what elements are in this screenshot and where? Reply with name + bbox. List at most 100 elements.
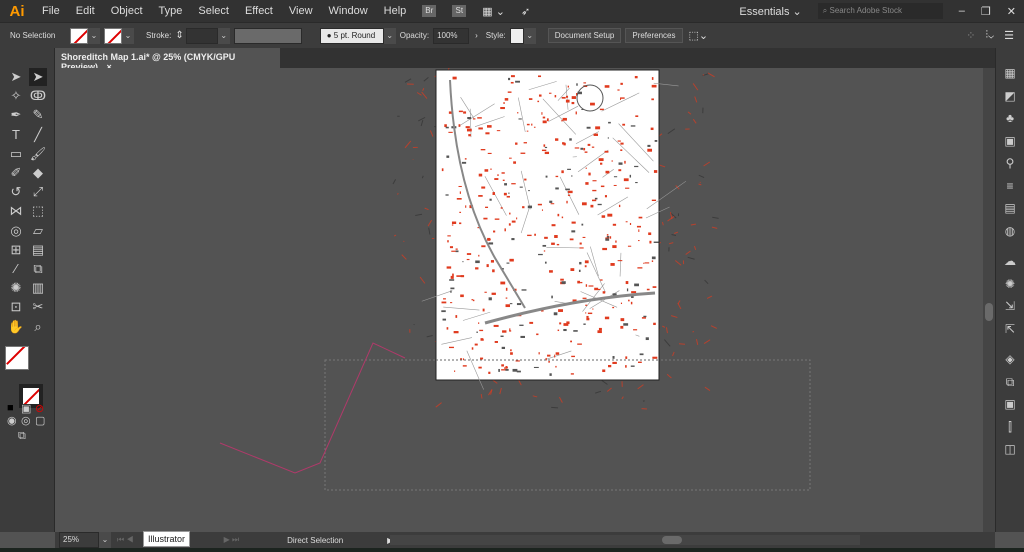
magic-wand-tool-icon[interactable]: ✧ <box>7 87 25 105</box>
fill-dropdown[interactable]: ⌄ <box>88 27 100 44</box>
fill-stroke-swatches[interactable] <box>5 346 45 408</box>
brush-dropdown[interactable]: ⌄ <box>383 27 396 44</box>
menu-object[interactable]: Object <box>103 5 151 17</box>
transform-panel-icon[interactable]: ▣ <box>1003 397 1017 411</box>
selection-tool-icon[interactable]: ➤ <box>7 68 25 86</box>
stroke-stepper[interactable]: ⇕ <box>175 30 183 41</box>
brushes-panel-icon[interactable]: ⚲ <box>1003 156 1017 170</box>
scroll-thumb[interactable] <box>985 303 993 321</box>
search-stock-input[interactable]: ⌕ Search Adobe Stock <box>817 3 943 19</box>
eraser-tool-icon[interactable]: ◆ <box>29 164 47 182</box>
appearance-panel-icon[interactable]: ◍ <box>1003 224 1017 238</box>
slice-tool-icon[interactable]: ✂ <box>29 298 47 316</box>
zoom-dropdown[interactable]: ⌄ <box>99 532 111 548</box>
curvature-tool-icon[interactable]: ✎ <box>29 106 47 124</box>
document-tab[interactable]: Shoreditch Map 1.ai* @ 25% (CMYK/GPU Pre… <box>55 48 280 72</box>
eyedropper-tool-icon[interactable]: ⁄ <box>7 260 25 278</box>
brush-definition[interactable]: ● 5 pt. Round <box>319 27 384 44</box>
links-panel-icon[interactable]: ⇱ <box>1003 322 1017 336</box>
preferences-button[interactable]: Preferences <box>625 28 683 43</box>
hand-tool-icon[interactable]: ✋ <box>7 318 25 336</box>
graphic-style-swatch[interactable] <box>509 27 524 44</box>
minimize-icon[interactable]: – <box>951 5 973 17</box>
opacity-arrow[interactable]: › <box>475 31 478 40</box>
gradient-tool-icon[interactable]: ▤ <box>29 241 47 259</box>
graphic-styles-panel-icon[interactable]: ▤ <box>1003 201 1017 215</box>
perspective-grid-tool-icon[interactable]: ▱ <box>29 222 47 240</box>
menu-view[interactable]: View <box>281 5 321 17</box>
menu-window[interactable]: Window <box>321 5 376 17</box>
width-tool-icon[interactable]: ⋈ <box>7 202 25 220</box>
symbols-panel-icon[interactable]: ♣ <box>1003 111 1017 125</box>
rectangle-tool-icon[interactable]: ▭ <box>7 145 25 163</box>
menu-edit[interactable]: Edit <box>68 5 103 17</box>
stroke-panel-icon[interactable]: ≡ <box>1003 179 1017 193</box>
mesh-tool-icon[interactable]: ⊞ <box>7 241 25 259</box>
stroke-weight-dropdown[interactable]: ⌄ <box>217 27 230 44</box>
blend-tool-icon[interactable]: ⧉ <box>29 260 47 278</box>
transparency-panel-icon[interactable]: ▣ <box>1003 134 1017 148</box>
transform-icon[interactable]: ⫶⌄ <box>985 29 994 42</box>
type-tool-icon[interactable]: T <box>7 126 25 144</box>
panel-menu-icon[interactable]: ☰ <box>1004 29 1014 42</box>
zoom-level[interactable]: 25% <box>59 532 99 548</box>
free-transform-tool-icon[interactable]: ⬚ <box>29 202 47 220</box>
direct-selection-tool-icon[interactable]: ➤ <box>29 68 47 86</box>
gradient-panel-icon[interactable]: ◩ <box>1003 89 1017 103</box>
rotate-tool-icon[interactable]: ↺ <box>7 183 25 201</box>
stroke-swatch[interactable] <box>104 27 122 44</box>
menu-type[interactable]: Type <box>151 5 191 17</box>
canvas[interactable] <box>55 66 983 532</box>
color-panel-icon[interactable]: ✺ <box>1003 277 1017 291</box>
restore-icon[interactable]: ❐ <box>973 5 999 18</box>
column-graph-tool-icon[interactable]: ▥ <box>29 279 47 297</box>
bridge-icon[interactable]: Br <box>422 5 437 17</box>
align-icon[interactable]: ⁘ <box>966 29 975 42</box>
stroke-weight-input[interactable] <box>185 27 218 44</box>
gpu-rocket-icon[interactable]: ➶ <box>513 5 538 18</box>
libraries-panel-icon[interactable]: ☁ <box>1003 254 1017 268</box>
style-dropdown[interactable]: ⌄ <box>523 27 536 44</box>
zoom-tool-icon[interactable]: ⌕ <box>29 318 47 336</box>
draw-normal-icon[interactable]: ◉ <box>7 414 17 427</box>
menu-select[interactable]: Select <box>190 5 237 17</box>
menu-effect[interactable]: Effect <box>237 5 281 17</box>
pen-tool-icon[interactable]: ✒ <box>7 106 25 124</box>
vertical-scrollbar[interactable] <box>983 68 995 532</box>
screen-mode-icon[interactable]: ⧉ <box>18 430 26 443</box>
paintbrush-tool-icon[interactable]: 🖌 <box>29 145 47 163</box>
arrange-documents-icon[interactable]: ▦ ⌄ <box>474 5 513 18</box>
layers-panel-icon[interactable]: ◈ <box>1003 352 1017 366</box>
hscroll-thumb[interactable] <box>662 536 682 544</box>
select-similar-icon[interactable]: ⬚⌄ <box>689 29 709 42</box>
opacity-input[interactable]: 100% <box>433 27 470 44</box>
align-panel-icon[interactable]: ⫿ <box>1003 420 1017 434</box>
opacity-label[interactable]: Opacity: <box>400 31 429 40</box>
close-window-icon[interactable]: ✕ <box>999 5 1024 18</box>
draw-inside-icon[interactable]: ▢ <box>35 414 45 427</box>
first-artboard-icon[interactable]: ⏮ ◀ <box>117 535 134 545</box>
shaper-tool-icon[interactable]: ✐ <box>7 164 25 182</box>
shape-builder-tool-icon[interactable]: ◎ <box>7 222 25 240</box>
next-artboard-icon[interactable]: ▶ ⏭ <box>224 535 240 545</box>
scale-tool-icon[interactable]: ⤢ <box>29 183 47 201</box>
stock-icon[interactable]: St <box>452 5 467 17</box>
artboards-panel-icon[interactable]: ⧉ <box>1003 375 1017 389</box>
workspace-switcher[interactable]: Essentials ⌄ <box>731 5 809 18</box>
asset-export-panel-icon[interactable]: ⇲ <box>1003 299 1017 313</box>
symbol-sprayer-tool-icon[interactable]: ✺ <box>7 279 25 297</box>
lasso-tool-icon[interactable]: ↂ <box>29 87 47 105</box>
draw-behind-icon[interactable]: ◎ <box>21 414 31 427</box>
fill-box[interactable] <box>5 346 29 370</box>
pathfinder-panel-icon[interactable]: ◫ <box>1003 442 1017 456</box>
horizontal-scrollbar[interactable] <box>390 535 860 545</box>
color-mode-icon[interactable]: ■ <box>7 402 14 414</box>
document-setup-button[interactable]: Document Setup <box>547 28 622 43</box>
variable-width-profile[interactable] <box>233 27 302 44</box>
line-tool-icon[interactable]: ╱ <box>29 126 47 144</box>
menu-file[interactable]: File <box>34 5 68 17</box>
stroke-dropdown[interactable]: ⌄ <box>122 27 134 44</box>
menu-help[interactable]: Help <box>376 5 415 17</box>
fill-swatch[interactable] <box>70 27 88 44</box>
swatches-panel-icon[interactable]: ▦ <box>1003 66 1017 80</box>
